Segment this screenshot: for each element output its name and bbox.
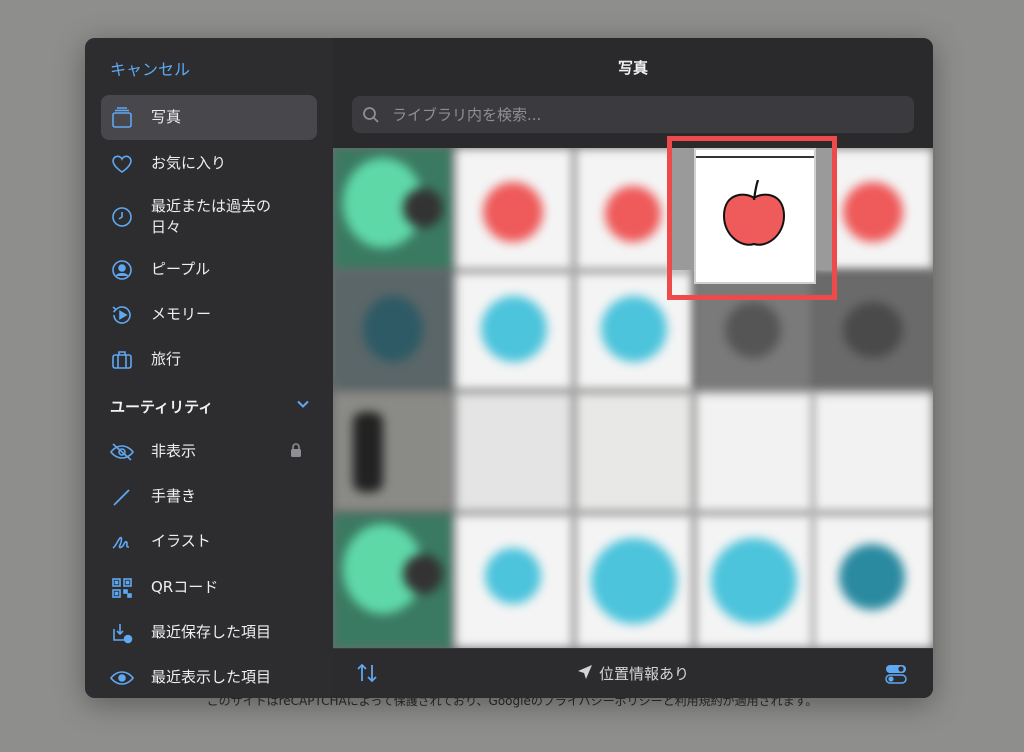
chevron-down-icon [296, 397, 310, 415]
bottom-toolbar: 位置情報あり [333, 648, 933, 698]
sidebar-item-recent-days[interactable]: 最近または過去の 日々 [101, 191, 317, 243]
sidebar-item-label: 最近保存した項目 [151, 623, 272, 641]
sidebar-item-label: 旅行 [151, 350, 182, 368]
lock-icon [289, 442, 303, 462]
sidebar-item-recently-saved[interactable]: 最近保存した項目 [101, 610, 317, 655]
suitcase-icon [109, 347, 135, 373]
location-filter[interactable]: 位置情報あり [333, 663, 933, 684]
photo-picker-modal: キャンセル 写真 お気に入り 最近または過去の 日々 ピープル メモリー 旅行 … [85, 38, 933, 698]
sidebar-item-label: イラスト [151, 532, 211, 550]
cancel-button[interactable]: キャンセル [110, 56, 190, 80]
photo-thumbnail[interactable] [333, 272, 453, 390]
eye-icon [109, 665, 135, 691]
scribble-icon [109, 529, 135, 555]
photo-thumbnail[interactable] [575, 514, 693, 648]
utility-section-header[interactable]: ユーティリティ [110, 391, 310, 421]
sidebar-item-trips[interactable]: 旅行 [101, 337, 317, 382]
photo-thumbnail[interactable] [455, 392, 573, 512]
photo-thumbnail[interactable] [455, 272, 573, 390]
person-circle-icon [109, 257, 135, 283]
sidebar-item-label: 最近または過去の 日々 [151, 197, 272, 236]
sidebar-item-label: 手書き [151, 487, 197, 505]
sidebar-item-label: メモリー [151, 305, 212, 323]
photo-thumbnail[interactable] [695, 514, 813, 648]
photo-thumbnail[interactable] [813, 514, 933, 648]
location-arrow-icon [577, 664, 599, 684]
photo-thumbnail[interactable] [333, 514, 453, 648]
download-clock-icon [109, 620, 135, 646]
sidebar-item-hidden[interactable]: 非表示 [101, 429, 317, 474]
eye-slash-icon [109, 439, 135, 465]
qr-code-icon [109, 575, 135, 601]
sidebar-item-favorites[interactable]: お気に入り [101, 141, 317, 186]
sidebar-item-label: QRコード [151, 578, 219, 596]
sidebar-item-label: お気に入り [151, 154, 227, 172]
search-input[interactable] [390, 104, 894, 125]
photo-thumbnail[interactable] [333, 392, 453, 512]
sidebar-item-label: 非表示 [151, 442, 197, 460]
search-bar[interactable] [352, 96, 914, 133]
pen-icon [109, 484, 135, 510]
heart-icon [109, 151, 135, 177]
sidebar-item-recently-viewed[interactable]: 最近表示した項目 [101, 655, 317, 698]
photo-thumbnail[interactable] [575, 392, 693, 512]
sidebar-item-illustrations[interactable]: イラスト [101, 519, 317, 564]
sidebar-item-handwriting[interactable]: 手書き [101, 474, 317, 519]
sidebar-item-label: 最近表示した項目 [151, 668, 272, 686]
photo-thumbnail[interactable] [455, 148, 573, 270]
utility-section-title: ユーティリティ [110, 397, 214, 416]
sidebar-item-label: ピープル [151, 260, 211, 278]
photo-thumbnail[interactable] [455, 514, 573, 648]
photos-stack-icon [109, 105, 135, 131]
toggle-options-icon[interactable] [885, 663, 907, 689]
photo-grid [333, 148, 933, 648]
photo-thumbnail[interactable] [695, 392, 813, 512]
photo-library-panel: 写真 ライブラリ内を検索... 位置情報あり [333, 38, 933, 698]
location-label: 位置情報あり [598, 665, 689, 683]
sidebar-item-people[interactable]: ピープル [101, 247, 317, 292]
sidebar-item-photos[interactable]: 写真 [101, 95, 317, 140]
sidebar-item-memories[interactable]: メモリー [101, 292, 317, 337]
memories-play-icon [109, 302, 135, 328]
search-icon [362, 106, 380, 124]
sidebar-item-label: 写真 [151, 108, 182, 126]
sidebar-item-qr-codes[interactable]: QRコード [101, 565, 317, 610]
sidebar: キャンセル 写真 お気に入り 最近または過去の 日々 ピープル メモリー 旅行 … [85, 38, 333, 698]
selection-highlight [667, 136, 837, 300]
page-title: 写真 [617, 59, 648, 77]
photo-thumbnail[interactable] [333, 148, 453, 270]
photo-thumbnail[interactable] [813, 392, 933, 512]
clock-icon [109, 204, 135, 230]
